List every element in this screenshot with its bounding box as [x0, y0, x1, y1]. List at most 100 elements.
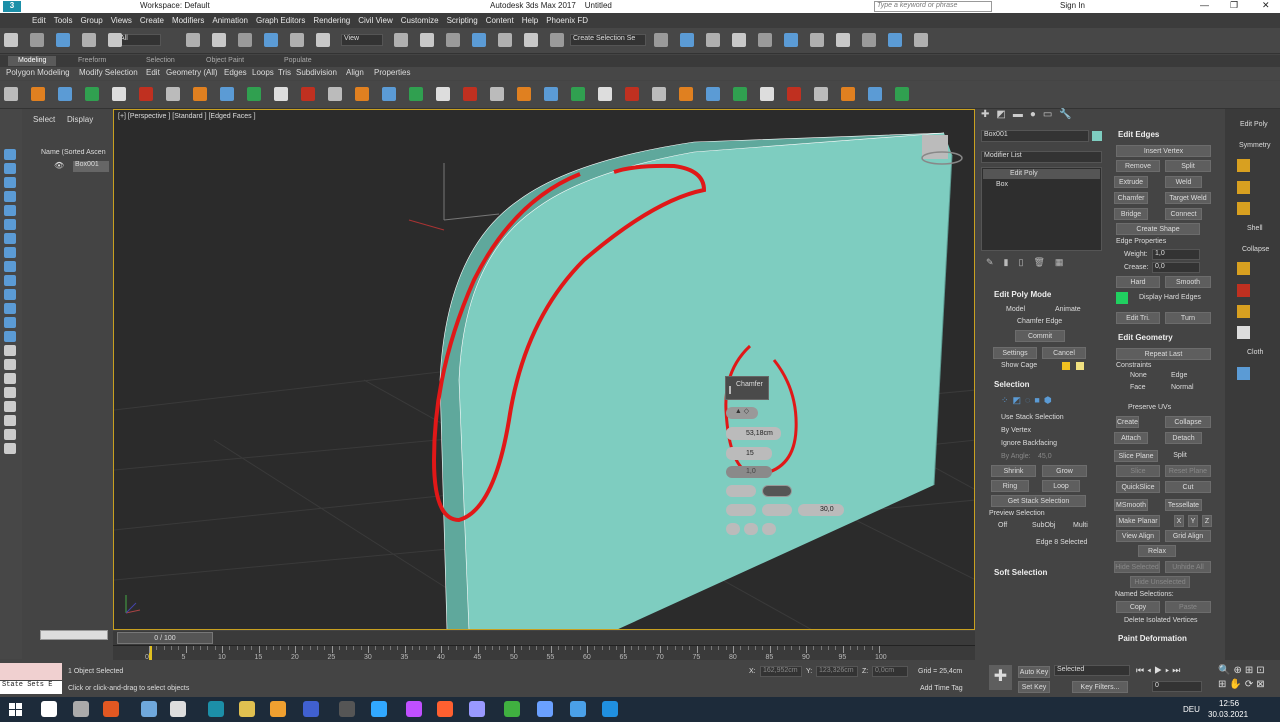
explorer-filter-13-icon[interactable] [4, 317, 16, 328]
clock-time[interactable]: 12:56 [1219, 699, 1239, 708]
toolbar-tool-34-icon[interactable] [862, 33, 876, 47]
toolbar-tool-1-icon[interactable] [4, 87, 18, 101]
caddy-isoline-button[interactable] [762, 504, 792, 516]
extrude-button[interactable]: Extrude [1114, 176, 1148, 188]
toolbar-tool-17-icon[interactable] [420, 33, 434, 47]
make-planar-button[interactable]: Make Planar [1116, 515, 1160, 527]
by-vertex-checkbox[interactable]: By Vertex [1001, 427, 1031, 434]
sign-in-link[interactable]: Sign In [1060, 1, 1085, 10]
toolbar-tool-4-icon[interactable] [82, 33, 96, 47]
modifier-icon-4[interactable] [1237, 262, 1250, 275]
planar-x-button[interactable]: X [1174, 515, 1184, 527]
modifier-icon-1[interactable] [1237, 159, 1250, 172]
taskbar-app-14-icon[interactable] [469, 701, 485, 717]
constraint-face-radio[interactable]: Face [1130, 384, 1146, 391]
toolbar-tool-27-icon[interactable] [680, 33, 694, 47]
explorer-filter-14-icon[interactable] [4, 331, 16, 342]
toolbar-tool-15-icon[interactable] [382, 87, 396, 101]
explorer-filter-20-icon[interactable] [4, 415, 16, 426]
toolbar-tool-32-icon[interactable] [810, 33, 824, 47]
menu-phoenix-fd[interactable]: Phoenix FD [546, 16, 588, 25]
close-button[interactable]: ✕ [1262, 0, 1270, 11]
hide-unselected-button[interactable]: Hide Unselected [1130, 576, 1190, 588]
menu-content[interactable]: Content [486, 16, 514, 25]
explorer-filter-3-icon[interactable] [4, 177, 16, 188]
toolbar-tool-18-icon[interactable] [463, 87, 477, 101]
toolbar-tool-28-icon[interactable] [733, 87, 747, 101]
edit-edges-rollout[interactable]: Edit Edges [1118, 130, 1159, 139]
explorer-filter-4-icon[interactable] [4, 191, 16, 202]
shortcut-edit-poly[interactable]: Edit Poly [1240, 121, 1268, 128]
collapse-button[interactable]: Collapse [1165, 416, 1211, 428]
toolbar-tool-19-icon[interactable] [490, 87, 504, 101]
toolbar-tool-28-icon[interactable] [706, 33, 720, 47]
relax-button[interactable]: Relax [1138, 545, 1176, 557]
preserve-uvs-checkbox[interactable]: Preserve UVs [1128, 404, 1171, 411]
subobject-level-icons[interactable]: ⁘◩◌■⬢ [1001, 395, 1077, 407]
taskbar-app-9-icon[interactable] [303, 701, 319, 717]
view-align-button[interactable]: View Align [1116, 530, 1160, 542]
toolbar-tool-34-icon[interactable] [895, 87, 909, 101]
select-tab[interactable]: Select [33, 115, 55, 124]
toolbar-tool-9-icon[interactable] [220, 87, 234, 101]
modifier-icon-5[interactable] [1237, 284, 1250, 297]
taskbar-app-15-icon[interactable] [504, 701, 520, 717]
toolbar-tool-6-icon[interactable] [139, 87, 153, 101]
visibility-eye-icon[interactable]: 👁 [54, 161, 64, 170]
shortcut-collapse[interactable]: Collapse [1242, 246, 1269, 253]
toolbar-tool-33-icon[interactable] [836, 33, 850, 47]
edit-geometry-rollout[interactable]: Edit Geometry [1118, 333, 1173, 342]
explorer-filter-19-icon[interactable] [4, 401, 16, 412]
slice-button[interactable]: Slice [1116, 465, 1160, 477]
repeat-last-button[interactable]: Repeat Last [1116, 348, 1211, 360]
toolbar-tool-33-icon[interactable] [868, 87, 882, 101]
crease-spinner[interactable]: 0,0 [1152, 262, 1200, 273]
toolbar-tool-2-icon[interactable] [31, 87, 45, 101]
toolbar-tool-29-icon[interactable] [760, 87, 774, 101]
ribbon-subtab-modify-selection[interactable]: Modify Selection [79, 68, 138, 77]
hard-button[interactable]: Hard [1116, 276, 1160, 288]
unhide-all-button[interactable]: Unhide All [1165, 561, 1211, 573]
menu-civil-view[interactable]: Civil View [358, 16, 393, 25]
taskbar-app-2-icon[interactable] [73, 701, 89, 717]
toolbar-tool-11-icon[interactable] [274, 87, 288, 101]
menu-graph-editors[interactable]: Graph Editors [256, 16, 305, 25]
attach-button[interactable]: Attach [1114, 432, 1148, 444]
copy-button[interactable]: Copy [1116, 601, 1160, 613]
taskbar-app-8-icon[interactable] [270, 701, 286, 717]
constraint-edge-radio[interactable]: Edge [1171, 372, 1187, 379]
ribbon-subtab-loops[interactable]: Loops [252, 68, 274, 77]
shortcut-symmetry[interactable]: Symmetry [1239, 142, 1271, 149]
taskbar-app-16-icon[interactable] [537, 701, 553, 717]
soft-selection-rollout[interactable]: Soft Selection [994, 568, 1047, 577]
clock-date[interactable]: 30.03.2021 [1208, 710, 1248, 719]
explorer-filter-16-icon[interactable] [4, 359, 16, 370]
commit-button[interactable]: Commit [1015, 330, 1065, 342]
ribbon-tab-object-paint[interactable]: Object Paint [196, 56, 254, 66]
toolbar-tool-36-icon[interactable] [914, 33, 928, 47]
toolbar-tool-5-icon[interactable] [112, 87, 126, 101]
toolbar-tool-35-icon[interactable] [888, 33, 902, 47]
detach-button[interactable]: Detach [1165, 432, 1202, 444]
explorer-filter-6-icon[interactable] [4, 219, 16, 230]
set-key-button[interactable]: Set Key [1018, 681, 1050, 693]
taskbar-app-17-icon[interactable] [570, 701, 586, 717]
ribbon-subtab-edges[interactable]: Edges [224, 68, 247, 77]
hard-edge-color-swatch[interactable] [1116, 292, 1128, 304]
perspective-viewport[interactable]: [+] [Perspective ] [Standard ] [Edged Fa… [113, 109, 975, 630]
object-name-field[interactable]: Box001 [981, 130, 1089, 142]
caddy-ok-icon[interactable] [729, 386, 731, 394]
connect-button[interactable]: Connect [1165, 208, 1202, 220]
explorer-filter-21-icon[interactable] [4, 429, 16, 440]
ribbon-subtab-subdivision[interactable]: Subdivision [296, 68, 337, 77]
insert-vertex-button[interactable]: Insert Vertex [1116, 145, 1211, 157]
shortcut-shell[interactable]: Shell [1247, 225, 1263, 232]
paste-button[interactable]: Paste [1165, 601, 1211, 613]
toolbar-tool-8-icon[interactable] [193, 87, 207, 101]
slice-plane-button[interactable]: Slice Plane [1114, 450, 1158, 462]
caddy-toggle-button[interactable] [762, 485, 792, 497]
toolbar-tool-12-icon[interactable] [301, 87, 315, 101]
search-input[interactable]: Type a keyword or phrase [874, 1, 992, 12]
object-color-swatch[interactable] [1092, 131, 1102, 141]
explorer-filter-9-icon[interactable] [4, 261, 16, 272]
